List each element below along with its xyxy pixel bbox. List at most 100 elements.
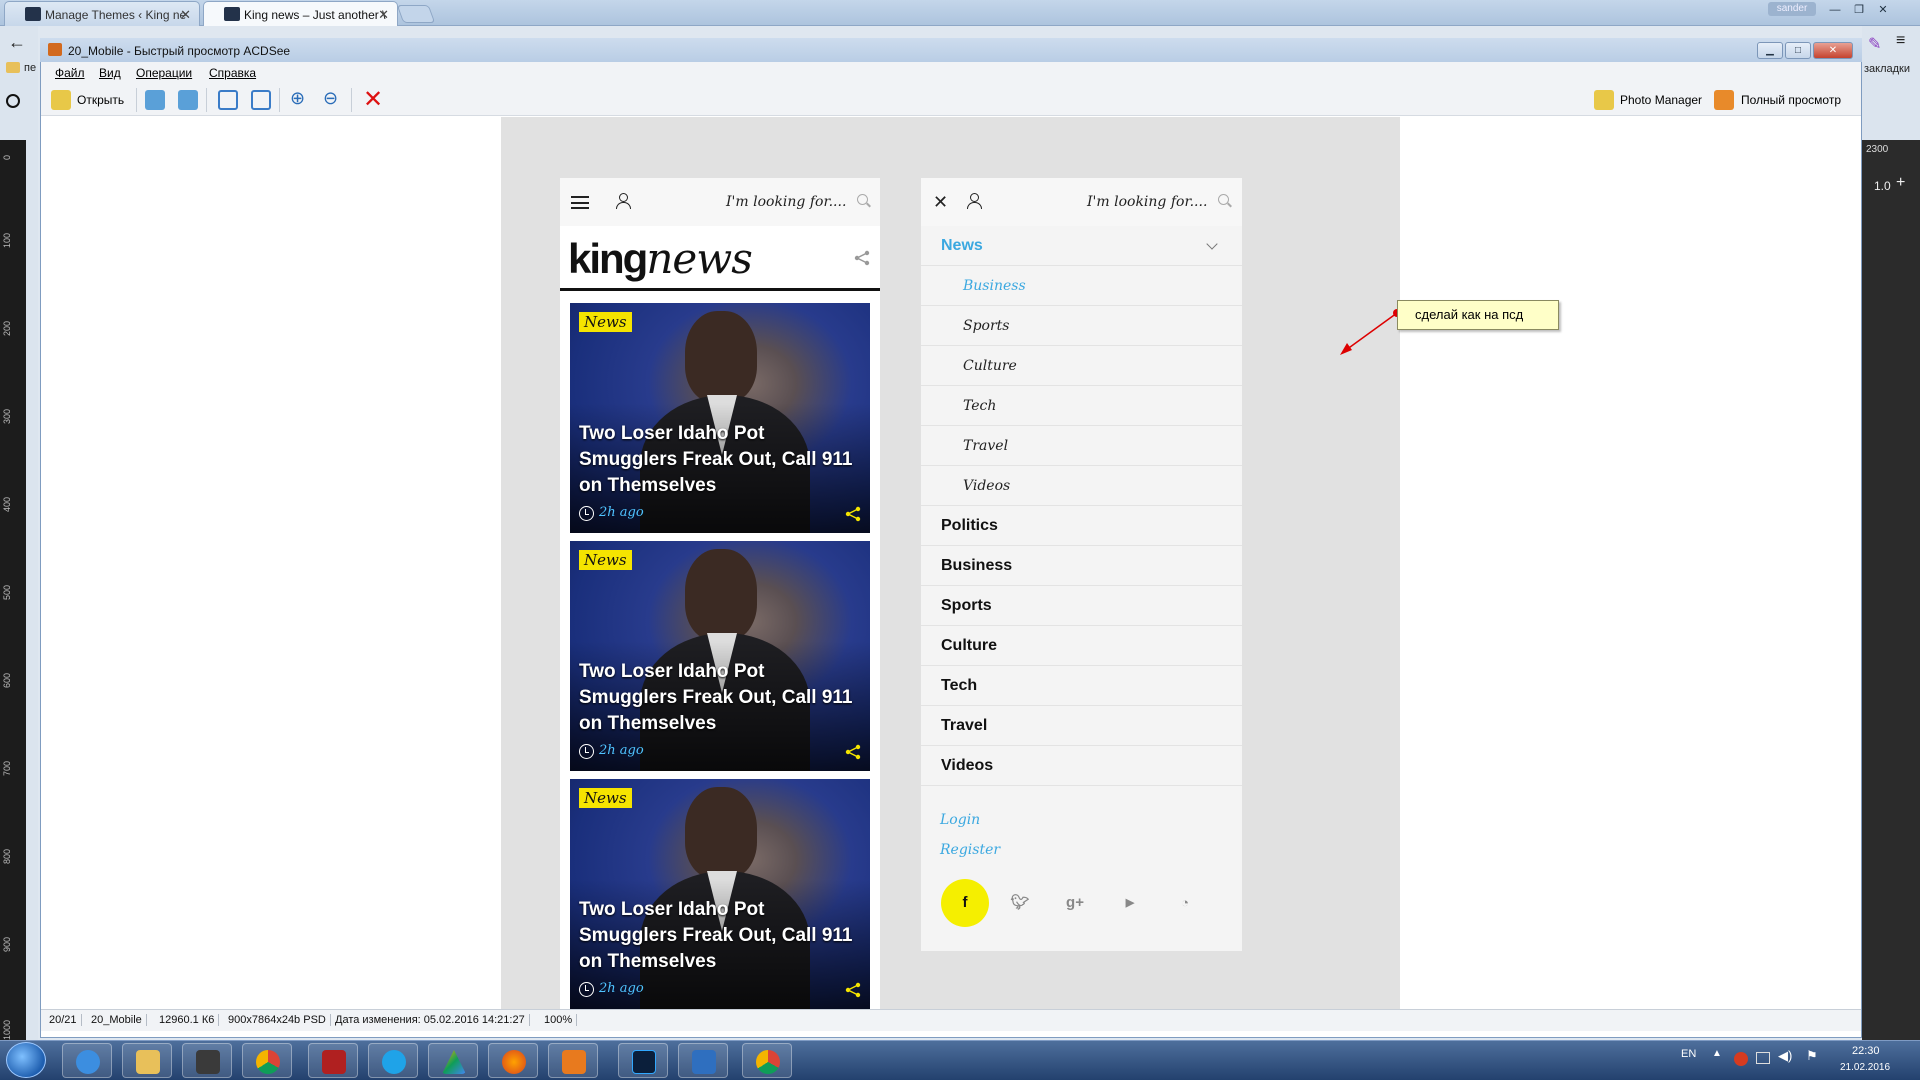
minimize-button[interactable]: ▁ <box>1757 42 1783 59</box>
rss-icon: ◔ <box>1181 895 1189 910</box>
ruler-mark: 500 <box>2 584 12 600</box>
photoshop-taskbar-button[interactable] <box>618 1043 668 1078</box>
acdsee-taskbar-button[interactable] <box>548 1043 598 1078</box>
menu-operations[interactable]: Операции <box>136 66 192 80</box>
chrome-icon <box>756 1050 780 1074</box>
news-title: Two Loser Idaho Pot Smugglers Freak Out,… <box>579 899 853 972</box>
toolbar-separator <box>136 88 137 112</box>
photo-manager-icon[interactable] <box>1594 90 1614 110</box>
news-card: News Two Loser Idaho Pot Smugglers Freak… <box>570 779 870 1009</box>
previous-image-icon[interactable] <box>145 90 165 110</box>
drive-icon <box>442 1050 466 1074</box>
close-icon: ✕ <box>933 192 949 212</box>
annotation-note[interactable]: сделай как на псд <box>1397 300 1559 330</box>
drive-taskbar-button[interactable] <box>428 1043 478 1078</box>
opera-tray-icon[interactable] <box>1734 1052 1748 1066</box>
zoom-out-icon[interactable]: ⊖ <box>323 88 338 109</box>
sublime-taskbar-button[interactable] <box>182 1043 232 1078</box>
block-icon[interactable] <box>6 94 20 108</box>
acdsee-icon <box>48 43 62 56</box>
logo-underline <box>560 288 880 291</box>
tab-king-news[interactable]: King news – Just another \ ✕ <box>203 1 398 26</box>
menu-item: Culture <box>921 626 1242 666</box>
language-indicator[interactable]: EN <box>1681 1048 1696 1060</box>
status-index: 20/21 <box>45 1014 82 1026</box>
logo-bold: king <box>568 235 648 282</box>
zoom-value: 1.0 <box>1874 179 1891 193</box>
skype-taskbar-button[interactable] <box>368 1043 418 1078</box>
submenu-label: Sports <box>963 318 1010 334</box>
open-button[interactable]: Открыть <box>77 93 124 107</box>
tray-arrow-icon[interactable]: ▲ <box>1712 1048 1722 1059</box>
menu-icon[interactable]: ≡ <box>1896 32 1905 50</box>
menu-file[interactable]: Файл <box>55 66 85 80</box>
menubar: Файл Вид Операции Справка <box>41 62 1861 82</box>
close-icon[interactable]: ✕ <box>378 7 389 23</box>
explorer-taskbar-button[interactable] <box>122 1043 172 1078</box>
photo-manager-button[interactable]: Photo Manager <box>1620 93 1702 107</box>
category-badge: News <box>579 788 632 808</box>
flag-icon[interactable]: ⚑ <box>1806 1048 1818 1064</box>
search-icon <box>1218 194 1232 208</box>
ruler-mark: 1000 <box>2 1019 12 1040</box>
close-button[interactable]: ✕ <box>1813 42 1853 59</box>
bookmark-folder-label[interactable]: пе <box>24 62 36 74</box>
clock-date[interactable]: 21.02.2016 <box>1840 1062 1890 1073</box>
site-icon <box>224 7 240 21</box>
full-view-icon[interactable] <box>1714 90 1734 110</box>
delete-icon[interactable]: ✕ <box>363 85 383 114</box>
skype-icon <box>382 1050 406 1074</box>
toolbar-separator <box>206 88 207 112</box>
minimize-icon[interactable]: — <box>1824 2 1846 18</box>
plus-icon[interactable]: + <box>1896 174 1905 192</box>
new-tab-button[interactable] <box>396 5 436 23</box>
submenu-label: Videos <box>963 478 1011 494</box>
status-filename: 20_Mobile <box>87 1014 147 1026</box>
open-folder-icon[interactable] <box>51 90 71 110</box>
news-title: Two Loser Idaho Pot Smugglers Freak Out,… <box>579 661 853 734</box>
user-badge[interactable]: sander <box>1768 2 1816 16</box>
register-link: Register <box>940 842 1001 858</box>
ruler-mark: 400 <box>2 496 12 512</box>
ruler-mark: 900 <box>2 936 12 952</box>
volume-icon[interactable]: ◀) <box>1778 1048 1792 1064</box>
hamburger-icon <box>571 196 589 209</box>
window-title: 20_Mobile - Быстрый просмотр ACDSee <box>68 44 291 58</box>
submenu-label: Business <box>963 278 1026 294</box>
xcv-taskbar-button[interactable] <box>308 1043 358 1078</box>
next-image-icon[interactable] <box>178 90 198 110</box>
firefox-taskbar-button[interactable] <box>488 1043 538 1078</box>
rotate-left-icon[interactable] <box>218 90 238 110</box>
back-arrow-icon[interactable]: ← <box>8 32 26 53</box>
zoom-in-icon[interactable]: ⊕ <box>290 88 305 109</box>
chrome-alt-taskbar-button[interactable] <box>742 1043 792 1078</box>
clock-time[interactable]: 22:30 <box>1852 1045 1880 1057</box>
menu-help[interactable]: Справка <box>209 66 256 80</box>
full-view-button[interactable]: Полный просмотр <box>1741 93 1841 107</box>
close-icon[interactable]: ✕ <box>180 7 191 23</box>
submenu-label: Tech <box>963 398 997 414</box>
pen-icon[interactable]: ✎ <box>1868 34 1881 54</box>
network-icon[interactable] <box>1756 1052 1770 1064</box>
chrome-taskbar-button[interactable] <box>242 1043 292 1078</box>
sublime-icon <box>196 1050 220 1074</box>
share-icon <box>845 506 861 522</box>
rotate-right-icon[interactable] <box>251 90 271 110</box>
status-filesize: 12960.1 К6 <box>155 1014 220 1026</box>
submenu-label: Travel <box>963 438 1009 454</box>
ruler-mark: 300 <box>2 408 12 424</box>
tab-manage-themes[interactable]: Manage Themes ‹ King ne ✕ <box>4 1 200 26</box>
youtube-icon: ▶ <box>1125 897 1135 909</box>
bookmarks-label[interactable]: закладки <box>1864 63 1910 75</box>
restore-icon[interactable]: ❐ <box>1848 2 1870 18</box>
skype-alt-taskbar-button[interactable] <box>678 1043 728 1078</box>
news-card: News Two Loser Idaho Pot Smugglers Freak… <box>570 541 870 771</box>
start-button[interactable] <box>6 1042 46 1078</box>
menu-view[interactable]: Вид <box>99 66 121 80</box>
maximize-button[interactable]: □ <box>1785 42 1811 59</box>
acdsee-icon <box>562 1050 586 1074</box>
mockup-homepage: I'm looking for.... kingnews News Two Lo… <box>560 178 880 1009</box>
ie-taskbar-button[interactable] <box>62 1043 112 1078</box>
xcv-icon <box>322 1050 346 1074</box>
close-icon[interactable]: ✕ <box>1872 2 1894 18</box>
